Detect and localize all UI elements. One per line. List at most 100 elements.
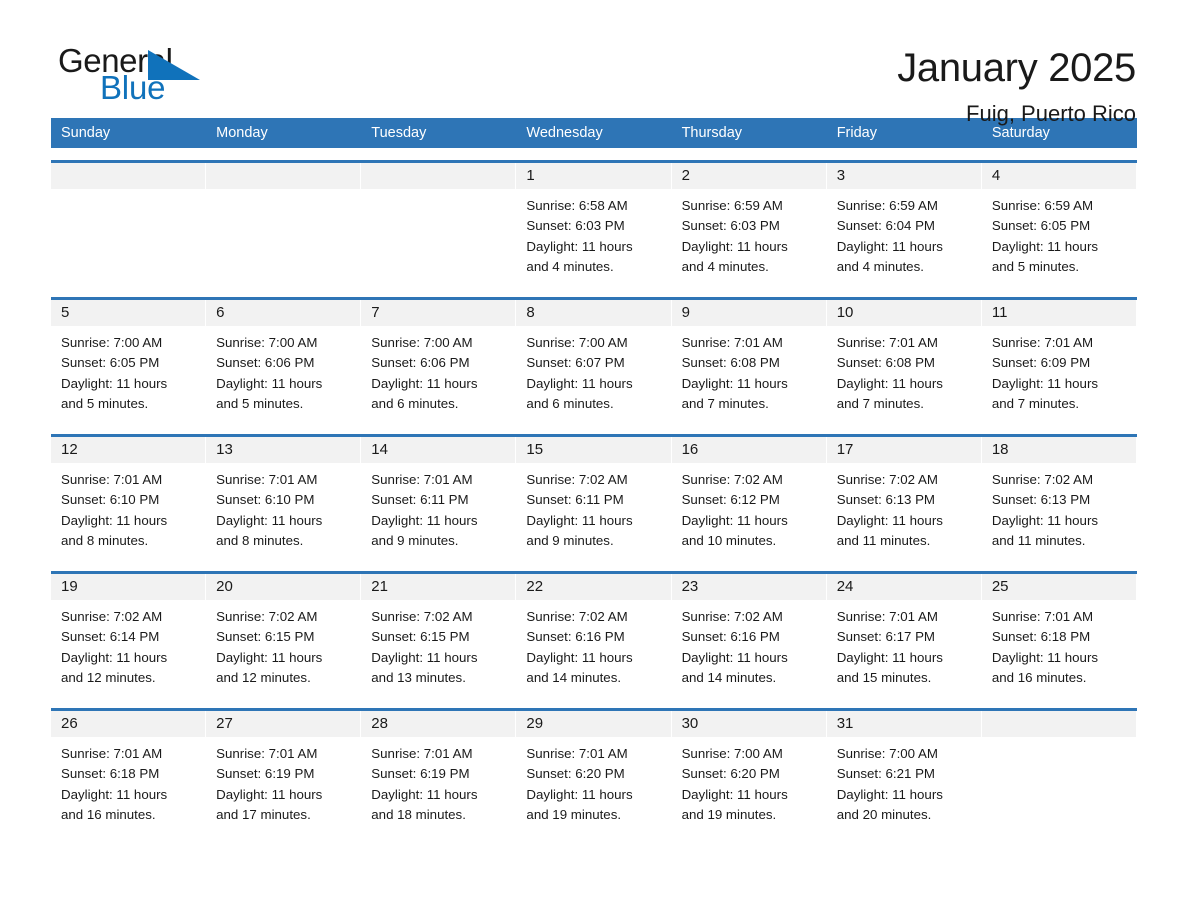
day-details <box>982 737 1136 744</box>
day-cell[interactable]: 10 Sunrise: 7:01 AM Sunset: 6:08 PM Dayl… <box>826 300 982 422</box>
sunrise-text: Sunrise: 7:01 AM <box>371 472 473 487</box>
day-cell[interactable]: 6 Sunrise: 7:00 AM Sunset: 6:06 PM Dayli… <box>206 300 362 422</box>
daylight-text-line1: Daylight: 11 hours <box>216 786 323 802</box>
calendar-grid: Sunday Monday Tuesday Wednesday Thursday… <box>51 118 1137 833</box>
day-details: Sunrise: 6:59 AM Sunset: 6:05 PM Dayligh… <box>982 189 1136 277</box>
daylight-text-line2: and 4 minutes. <box>526 258 614 274</box>
daylight-text-line2: and 7 minutes. <box>991 395 1080 411</box>
sunrise-text: Sunrise: 7:02 AM <box>526 472 628 487</box>
day-number <box>51 163 206 189</box>
day-cell[interactable]: 9 Sunrise: 7:01 AM Sunset: 6:08 PM Dayli… <box>671 300 827 422</box>
day-number: 6 <box>206 300 361 326</box>
day-cell[interactable]: 22 Sunrise: 7:02 AM Sunset: 6:16 PM Dayl… <box>516 574 672 696</box>
day-number: 22 <box>516 574 671 600</box>
day-details: Sunrise: 7:00 AM Sunset: 6:06 PM Dayligh… <box>361 326 515 414</box>
day-cell[interactable]: 20 Sunrise: 7:02 AM Sunset: 6:15 PM Dayl… <box>206 574 362 696</box>
daylight-text-line2: and 14 minutes. <box>681 669 777 685</box>
day-cell[interactable] <box>51 163 207 285</box>
week-row: 19 Sunrise: 7:02 AM Sunset: 6:14 PM Dayl… <box>51 571 1137 696</box>
sunrise-text: Sunrise: 7:02 AM <box>836 472 938 487</box>
day-details: Sunrise: 7:01 AM Sunset: 6:19 PM Dayligh… <box>361 737 515 825</box>
day-details: Sunrise: 7:02 AM Sunset: 6:11 PM Dayligh… <box>516 463 670 551</box>
daylight-text-line2: and 16 minutes. <box>991 669 1087 685</box>
day-number: 27 <box>206 711 361 737</box>
sunrise-text: Sunrise: 7:01 AM <box>61 746 163 761</box>
sunrise-text: Sunrise: 7:00 AM <box>681 746 783 761</box>
day-number: 23 <box>671 574 826 600</box>
day-cell[interactable]: 8 Sunrise: 7:00 AM Sunset: 6:07 PM Dayli… <box>516 300 672 422</box>
day-cell[interactable]: 26 Sunrise: 7:01 AM Sunset: 6:18 PM Dayl… <box>51 711 207 833</box>
day-number: 29 <box>516 711 671 737</box>
day-details: Sunrise: 7:02 AM Sunset: 6:14 PM Dayligh… <box>51 600 205 688</box>
day-number: 10 <box>826 300 981 326</box>
day-cell[interactable]: 14 Sunrise: 7:01 AM Sunset: 6:11 PM Dayl… <box>361 437 517 559</box>
weekday-sunday: Sunday <box>61 125 111 141</box>
day-details <box>361 189 515 196</box>
daylight-text-line2: and 7 minutes. <box>681 395 769 411</box>
daylight-text-line2: and 4 minutes. <box>681 258 769 274</box>
day-details: Sunrise: 7:01 AM Sunset: 6:09 PM Dayligh… <box>982 326 1136 414</box>
day-cell[interactable]: 16 Sunrise: 7:02 AM Sunset: 6:12 PM Dayl… <box>671 437 827 559</box>
day-cell[interactable]: 21 Sunrise: 7:02 AM Sunset: 6:15 PM Dayl… <box>361 574 517 696</box>
day-number: 24 <box>826 574 981 600</box>
day-details: Sunrise: 7:02 AM Sunset: 6:15 PM Dayligh… <box>206 600 360 688</box>
day-cell[interactable]: 27 Sunrise: 7:01 AM Sunset: 6:19 PM Dayl… <box>206 711 362 833</box>
day-cell[interactable]: 7 Sunrise: 7:00 AM Sunset: 6:06 PM Dayli… <box>361 300 517 422</box>
day-cell[interactable]: 28 Sunrise: 7:01 AM Sunset: 6:19 PM Dayl… <box>361 711 517 833</box>
sunrise-text: Sunrise: 7:00 AM <box>61 335 163 350</box>
day-cell[interactable]: 29 Sunrise: 7:01 AM Sunset: 6:20 PM Dayl… <box>516 711 672 833</box>
day-cell[interactable] <box>981 711 1137 833</box>
day-cell[interactable]: 5 Sunrise: 7:00 AM Sunset: 6:05 PM Dayli… <box>51 300 207 422</box>
sunset-text: Sunset: 6:20 PM <box>526 766 625 782</box>
sunrise-text: Sunrise: 6:59 AM <box>836 198 938 213</box>
day-cell[interactable] <box>361 163 517 285</box>
day-cell[interactable]: 31 Sunrise: 7:00 AM Sunset: 6:21 PM Dayl… <box>826 711 982 833</box>
daylight-text-line1: Daylight: 11 hours <box>526 512 633 528</box>
day-number: 1 <box>516 163 671 189</box>
day-cell[interactable]: 1 Sunrise: 6:58 AM Sunset: 6:03 PM Dayli… <box>516 163 672 285</box>
day-details: Sunrise: 7:01 AM Sunset: 6:10 PM Dayligh… <box>206 463 360 551</box>
day-cell[interactable]: 15 Sunrise: 7:02 AM Sunset: 6:11 PM Dayl… <box>516 437 672 559</box>
day-number: 26 <box>51 711 206 737</box>
day-cell[interactable]: 23 Sunrise: 7:02 AM Sunset: 6:16 PM Dayl… <box>671 574 827 696</box>
day-cell[interactable]: 24 Sunrise: 7:01 AM Sunset: 6:17 PM Dayl… <box>826 574 982 696</box>
day-details: Sunrise: 7:02 AM Sunset: 6:13 PM Dayligh… <box>827 463 981 551</box>
sunset-text: Sunset: 6:21 PM <box>836 766 936 782</box>
daylight-text-line1: Daylight: 11 hours <box>836 512 943 528</box>
day-cell[interactable]: 17 Sunrise: 7:02 AM Sunset: 6:13 PM Dayl… <box>826 437 982 559</box>
daylight-text-line2: and 9 minutes. <box>371 532 459 548</box>
day-cell[interactable]: 12 Sunrise: 7:01 AM Sunset: 6:10 PM Dayl… <box>51 437 207 559</box>
day-number: 18 <box>981 437 1136 463</box>
daylight-text-line2: and 11 minutes. <box>836 532 931 548</box>
day-number: 12 <box>51 437 206 463</box>
day-number <box>981 711 1136 737</box>
day-number: 20 <box>206 574 361 600</box>
day-cell[interactable]: 3 Sunrise: 6:59 AM Sunset: 6:04 PM Dayli… <box>826 163 982 285</box>
sunset-text: Sunset: 6:13 PM <box>836 492 936 508</box>
day-cell[interactable] <box>206 163 362 285</box>
generalblue-logo[interactable]: General Blue <box>56 44 206 114</box>
day-number <box>206 163 361 189</box>
weekday-tuesday: Tuesday <box>371 125 427 141</box>
sunrise-text: Sunrise: 7:02 AM <box>371 609 473 624</box>
sunset-text: Sunset: 6:16 PM <box>526 629 625 645</box>
day-number: 28 <box>361 711 516 737</box>
day-cell[interactable]: 30 Sunrise: 7:00 AM Sunset: 6:20 PM Dayl… <box>671 711 827 833</box>
sunset-text: Sunset: 6:15 PM <box>216 629 315 645</box>
day-cell[interactable]: 25 Sunrise: 7:01 AM Sunset: 6:18 PM Dayl… <box>981 574 1137 696</box>
sunset-text: Sunset: 6:09 PM <box>991 355 1091 371</box>
daylight-text-line1: Daylight: 11 hours <box>526 649 633 665</box>
day-cell[interactable]: 13 Sunrise: 7:01 AM Sunset: 6:10 PM Dayl… <box>206 437 362 559</box>
daylight-text-line1: Daylight: 11 hours <box>836 786 943 802</box>
week-row: 26 Sunrise: 7:01 AM Sunset: 6:18 PM Dayl… <box>51 708 1137 833</box>
day-cell[interactable]: 2 Sunrise: 6:59 AM Sunset: 6:03 PM Dayli… <box>671 163 827 285</box>
day-number: 31 <box>826 711 981 737</box>
day-cell[interactable]: 18 Sunrise: 7:02 AM Sunset: 6:13 PM Dayl… <box>981 437 1137 559</box>
day-cell[interactable]: 4 Sunrise: 6:59 AM Sunset: 6:05 PM Dayli… <box>981 163 1137 285</box>
daylight-text-line2: and 16 minutes. <box>61 806 156 822</box>
calendar-page: General Blue January 2025 Fuig, Puerto R… <box>0 0 1188 918</box>
day-cell[interactable]: 11 Sunrise: 7:01 AM Sunset: 6:09 PM Dayl… <box>981 300 1137 422</box>
day-cell[interactable]: 19 Sunrise: 7:02 AM Sunset: 6:14 PM Dayl… <box>51 574 207 696</box>
sunrise-text: Sunrise: 7:02 AM <box>681 609 783 624</box>
daylight-text-line1: Daylight: 11 hours <box>681 512 788 528</box>
